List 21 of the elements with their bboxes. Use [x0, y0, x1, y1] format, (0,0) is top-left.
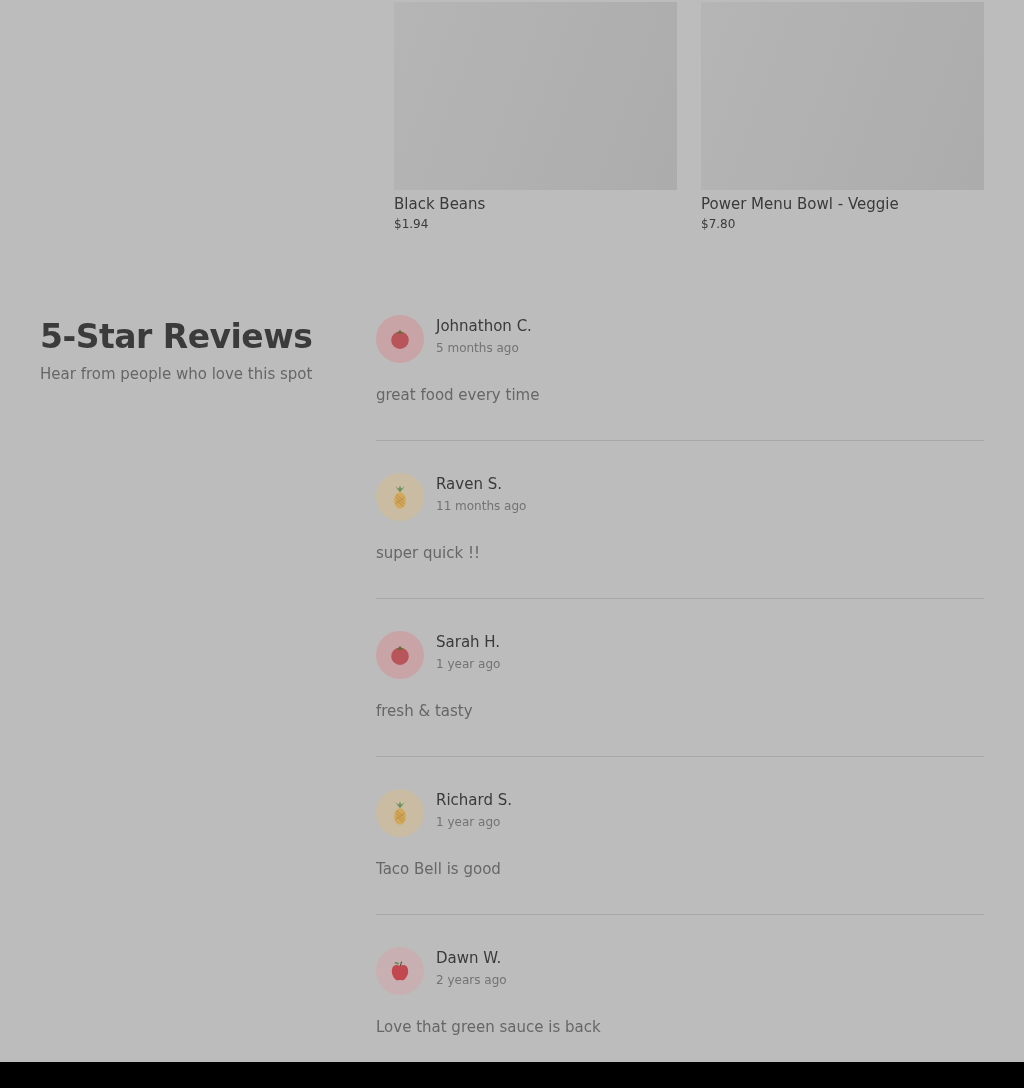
review-text: Love that green sauce is back	[376, 1017, 602, 1037]
reviewer-name: Johnathon C.	[436, 316, 532, 336]
review-text: great food every time	[376, 385, 541, 405]
item-price: $7.80	[701, 217, 737, 231]
item-price: $1.94	[394, 217, 430, 231]
item-name[interactable]: Power Menu Bowl - Veggie	[701, 194, 984, 214]
review-date: 1 year ago	[436, 657, 501, 671]
review-text: super quick !!	[376, 543, 481, 563]
review-date: 2 years ago	[436, 973, 507, 987]
section-title: 5-Star Reviews	[40, 316, 314, 358]
reviewer-name: Sarah H.	[436, 632, 501, 652]
reviewer-name: Raven S.	[436, 474, 503, 494]
review-date: 11 months ago	[436, 499, 527, 513]
review-text: fresh & tasty	[376, 701, 474, 721]
item-name[interactable]: Black Beans	[394, 194, 677, 214]
review-date: 5 months ago	[436, 341, 520, 355]
section-subtitle: Hear from people who love this spot	[40, 365, 314, 383]
review-text: Taco Bell is good	[376, 859, 502, 879]
review-date: 1 year ago	[436, 815, 502, 829]
reviewer-name: Richard S.	[436, 790, 513, 810]
reviewer-name: Dawn W.	[436, 948, 503, 968]
